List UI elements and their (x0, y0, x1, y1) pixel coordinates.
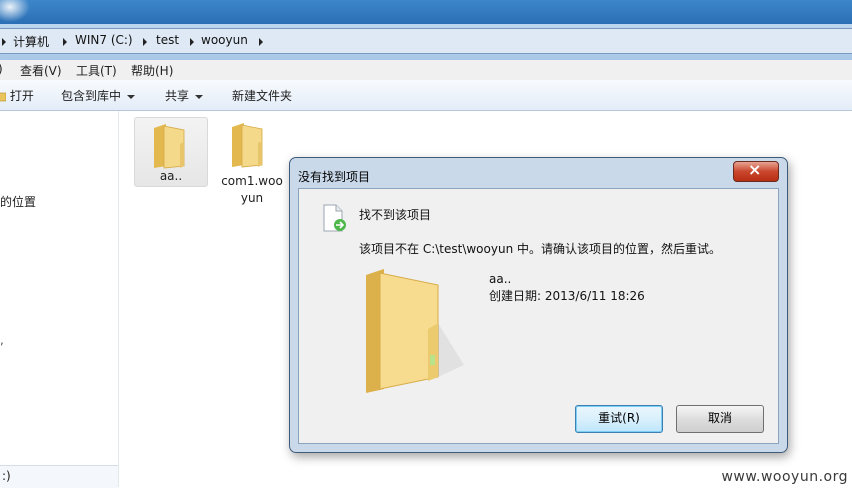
new-folder-label: 新建文件夹 (232, 89, 293, 103)
command-bar: 打开 包含到库中 共享 新建文件夹 (0, 80, 852, 111)
breadcrumb-test[interactable]: test (156, 33, 179, 47)
file-move-icon (323, 204, 346, 232)
watermark: www.wooyun.org (721, 469, 848, 485)
dialog-heading: 找不到该项目 (359, 208, 432, 222)
share-label: 共享 (165, 89, 190, 103)
nav-partial-item[interactable]: 的位置 (0, 193, 36, 210)
dropdown-caret-icon (127, 94, 136, 99)
folder-icon (154, 124, 185, 169)
nav-drive-item[interactable]: :) (0, 465, 118, 488)
folder-open-icon (0, 92, 7, 102)
nav-partial-mark: , (0, 333, 4, 347)
breadcrumb-chevron-icon[interactable] (190, 38, 194, 46)
dialog-item-created: 创建日期: 2013/6/11 18:26 (489, 289, 645, 303)
dialog-close-button[interactable]: × (733, 160, 779, 182)
close-icon: × (748, 160, 762, 179)
open-label: 打开 (9, 89, 34, 103)
breadcrumb-wooyun[interactable]: wooyun (201, 33, 248, 47)
dialog-item-name: aa.. (489, 272, 512, 286)
address-bar-area: 计算机 WIN7 (C:) test wooyun (0, 24, 852, 60)
nav-drive-label: :) (2, 469, 11, 483)
dialog-body: 找不到该项目 该项目不在 C:\test\wooyun 中。请确认该项目的位置，… (298, 188, 779, 444)
window-titlebar (0, 0, 852, 24)
menu-partial-paren: ) (0, 62, 3, 76)
dialog-item-info: aa.. 创建日期: 2013/6/11 18:26 (489, 271, 645, 305)
share-button[interactable]: 共享 (165, 87, 204, 104)
large-folder-icon (366, 269, 464, 393)
breadcrumb-chevron-icon[interactable] (63, 38, 67, 46)
open-button[interactable]: 打开 (0, 87, 34, 104)
menu-tools[interactable]: 工具(T) (76, 62, 117, 79)
menu-bar: ) 查看(V) 工具(T) 帮助(H) (0, 60, 852, 81)
navigation-pane[interactable]: 的位置 , :) (0, 111, 119, 488)
breadcrumb-computer[interactable]: 计算机 (13, 33, 49, 50)
include-library-button[interactable]: 包含到库中 (61, 87, 136, 104)
include-library-label: 包含到库中 (61, 89, 122, 103)
cancel-button[interactable]: 取消 (676, 405, 764, 433)
breadcrumb-chevron-icon[interactable] (143, 38, 147, 46)
breadcrumb-chevron-icon[interactable] (259, 38, 263, 46)
address-bar[interactable]: 计算机 WIN7 (C:) test wooyun (0, 28, 852, 54)
new-folder-button[interactable]: 新建文件夹 (232, 87, 292, 104)
dialog-title: 没有找到项目 (298, 170, 371, 184)
dialog-message: 该项目不在 C:\test\wooyun 中。请确认该项目的位置，然后重试。 (359, 242, 721, 256)
menu-help[interactable]: 帮助(H) (131, 62, 173, 79)
file-name-com1-line1: com1.woo (221, 174, 283, 188)
file-item-com1[interactable]: com1.woo yun (216, 117, 288, 205)
breadcrumb-chevron-icon[interactable] (2, 38, 6, 46)
folder-icon (232, 123, 263, 168)
file-name-aa: aa.. (159, 169, 183, 183)
retry-button[interactable]: 重试(R) (575, 405, 663, 433)
file-item-aa[interactable]: aa.. (134, 117, 208, 187)
item-not-found-dialog: 没有找到项目 × 找不到该项目 该项目不在 C:\test\wooyun 中。请… (289, 157, 788, 453)
breadcrumb-drive[interactable]: WIN7 (C:) (75, 33, 133, 47)
window-orb-glow (0, 0, 30, 22)
menu-view[interactable]: 查看(V) (20, 62, 62, 79)
dropdown-caret-icon (195, 94, 204, 99)
file-name-com1-line2: yun (240, 191, 264, 205)
